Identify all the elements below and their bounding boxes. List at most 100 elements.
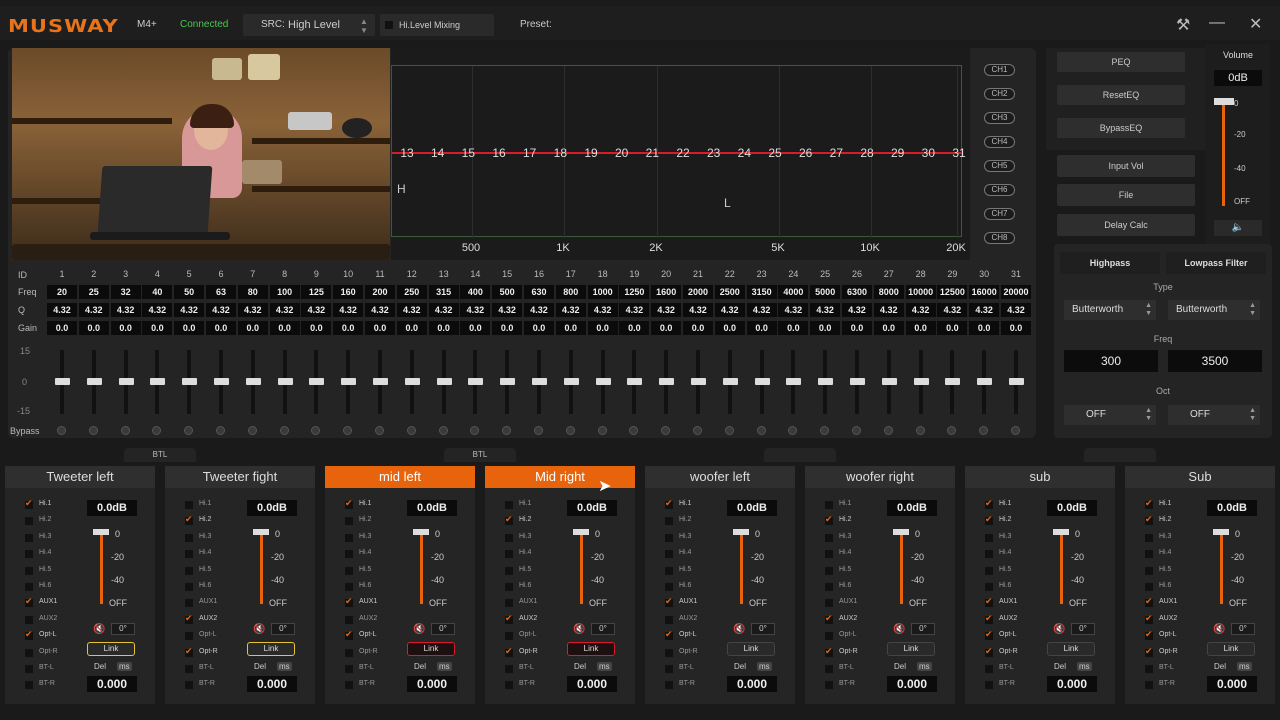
input-checkbox[interactable] — [505, 613, 513, 624]
channel-button-7[interactable]: CH7 — [984, 208, 1015, 220]
input-checkbox[interactable] — [25, 596, 33, 608]
input-checkbox[interactable] — [825, 583, 833, 591]
input-mix-row[interactable]: Opt-L — [345, 629, 405, 643]
input-checkbox[interactable] — [1145, 596, 1153, 608]
speaker-mute-icon[interactable]: 🔇 — [413, 624, 425, 635]
output-volume-track[interactable] — [260, 532, 263, 604]
band-q-input[interactable]: 4.32 — [301, 303, 332, 317]
output-volume-track[interactable] — [1060, 532, 1063, 604]
link-button[interactable]: Link — [727, 642, 775, 656]
eq-band-number[interactable]: 24 — [738, 146, 751, 160]
input-mix-row[interactable]: Hi.4 — [345, 547, 405, 561]
output-volume-knob[interactable] — [1213, 529, 1229, 535]
channel-button-5[interactable]: CH5 — [984, 160, 1015, 172]
speaker-mute-icon[interactable]: 🔇 — [573, 624, 585, 635]
band-slider-knob[interactable] — [277, 378, 293, 385]
band-freq-input[interactable]: 16000 — [969, 285, 1000, 299]
band-gain-input[interactable]: 0.0 — [651, 321, 682, 335]
band-bypass-toggle[interactable] — [852, 426, 861, 435]
band-slider-knob[interactable] — [309, 378, 325, 385]
input-mix-row[interactable]: Hi.1 — [25, 498, 85, 512]
band-freq-input[interactable]: 630 — [524, 285, 554, 299]
input-mix-row[interactable]: AUX2 — [1145, 613, 1205, 627]
band-q-input[interactable]: 4.32 — [142, 303, 173, 317]
input-checkbox[interactable] — [1145, 533, 1153, 542]
band-q-input[interactable]: 4.32 — [555, 303, 586, 317]
band-bypass-toggle[interactable] — [693, 426, 702, 435]
input-mix-row[interactable]: Hi.4 — [985, 547, 1045, 561]
band-q-input[interactable]: 4.32 — [428, 303, 459, 317]
band-slider-knob[interactable] — [341, 378, 357, 385]
output-gain-value[interactable]: 0.0dB — [567, 500, 617, 516]
input-checkbox[interactable] — [825, 632, 833, 641]
phase-button[interactable]: 0° — [751, 623, 775, 635]
input-mix-row[interactable]: AUX1 — [985, 596, 1045, 610]
band-gain-input[interactable]: 0.0 — [460, 321, 491, 335]
input-mix-row[interactable]: Hi.5 — [505, 564, 565, 578]
channel-button-4[interactable]: CH4 — [984, 136, 1015, 148]
speaker-mute-icon[interactable]: 🔇 — [253, 624, 265, 635]
band-q-input[interactable]: 4.32 — [78, 303, 109, 317]
delay-value[interactable]: 0.000 — [1207, 676, 1257, 692]
input-mix-row[interactable]: Hi.3 — [25, 531, 85, 545]
band-slider-knob[interactable] — [850, 378, 865, 385]
input-checkbox[interactable] — [505, 665, 513, 673]
speaker-mute-icon[interactable]: 🔇 — [1053, 624, 1065, 635]
input-mix-row[interactable]: Hi.5 — [25, 564, 85, 578]
band-gain-input[interactable]: 0.0 — [47, 321, 77, 335]
output-gain-value[interactable]: 0.0dB — [247, 500, 297, 516]
input-mix-row[interactable]: Hi.6 — [25, 580, 85, 594]
band-gain-input[interactable]: 0.0 — [269, 321, 300, 335]
minimize-icon[interactable]: — — [1209, 14, 1225, 32]
input-mix-row[interactable]: Hi.2 — [505, 514, 565, 528]
input-checkbox[interactable] — [665, 681, 673, 690]
band-slider-knob[interactable] — [150, 378, 166, 385]
band-slider-knob[interactable] — [373, 378, 388, 385]
band-freq-input[interactable]: 1600 — [651, 285, 682, 299]
input-checkbox[interactable] — [25, 665, 33, 673]
input-mix-row[interactable]: Hi.5 — [185, 564, 245, 578]
channel-button-3[interactable]: CH3 — [984, 112, 1015, 124]
input-checkbox[interactable] — [505, 514, 513, 526]
band-bypass-toggle[interactable] — [565, 426, 575, 435]
input-mix-row[interactable]: AUX2 — [185, 613, 245, 627]
band-gain-input[interactable]: 0.0 — [174, 321, 205, 335]
band-slider-knob[interactable] — [404, 378, 420, 385]
input-mix-row[interactable]: Hi.3 — [825, 531, 885, 545]
highpass-freq-input[interactable]: 300 — [1064, 350, 1158, 372]
output-volume-knob[interactable] — [413, 529, 429, 535]
input-mix-row[interactable]: Hi.1 — [345, 498, 405, 512]
band-slider-knob[interactable] — [500, 378, 516, 385]
input-checkbox[interactable] — [985, 681, 993, 690]
link-button[interactable]: Link — [407, 642, 455, 656]
eq-graph[interactable]: 13 14 15 16 17 18 19 20 21 22 23 24 25 26 27 28 29 30 31 5… — [391, 48, 970, 260]
delay-value[interactable]: 0.000 — [887, 676, 937, 692]
input-mix-row[interactable]: AUX1 — [505, 596, 565, 610]
delay-calc-button[interactable]: Delay Calc — [1057, 214, 1195, 236]
band-bypass-toggle[interactable] — [216, 426, 225, 435]
output-gain-value[interactable]: 0.0dB — [407, 500, 457, 516]
band-q-input[interactable]: 4.32 — [587, 303, 618, 317]
output-volume-track[interactable] — [580, 532, 583, 604]
delay-unit-button[interactable]: ms — [917, 662, 932, 671]
input-checkbox[interactable] — [185, 681, 193, 690]
link-button[interactable]: Link — [87, 642, 135, 656]
band-gain-input[interactable]: 0.0 — [110, 321, 141, 335]
eq-band-number[interactable]: 22 — [676, 146, 689, 160]
input-checkbox[interactable] — [345, 517, 353, 526]
band-bypass-toggle[interactable] — [597, 426, 607, 435]
input-checkbox[interactable] — [825, 599, 833, 608]
input-mix-row[interactable]: BT-L — [985, 662, 1045, 676]
band-freq-input[interactable]: 20 — [47, 285, 77, 299]
input-checkbox[interactable] — [825, 533, 833, 542]
band-freq-input[interactable]: 200 — [365, 285, 395, 299]
link-button[interactable]: Link — [887, 642, 935, 656]
input-checkbox[interactable] — [25, 615, 33, 624]
delay-unit-button[interactable]: ms — [437, 662, 452, 671]
input-checkbox[interactable] — [185, 599, 193, 608]
input-checkbox[interactable] — [1145, 613, 1153, 624]
band-gain-input[interactable]: 0.0 — [905, 321, 936, 335]
input-checkbox[interactable] — [185, 583, 193, 591]
output-channel-title[interactable]: Sub — [1125, 466, 1275, 488]
input-mix-row[interactable]: Hi.2 — [185, 514, 245, 528]
